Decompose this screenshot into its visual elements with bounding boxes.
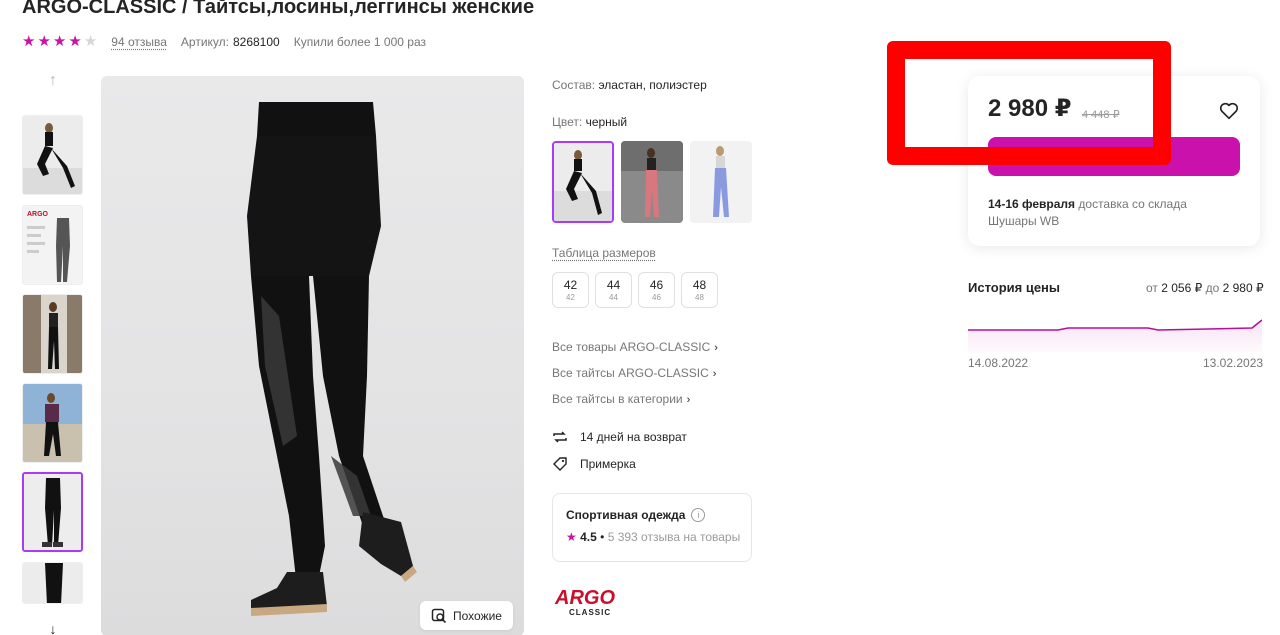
color-swatch-pink[interactable] [621, 141, 683, 223]
price-history-line [968, 320, 1262, 330]
thumbnail-6[interactable] [22, 562, 83, 604]
price-history-range: от 2 056 ₽ до 2 980 ₽ [1146, 281, 1264, 295]
image-search-icon [431, 608, 447, 624]
price-history-chart[interactable] [968, 312, 1262, 352]
return-arrows-icon [552, 429, 568, 445]
returns-info: 14 дней на возврат [552, 429, 687, 445]
svg-text:CLASSIC: CLASSIC [569, 608, 611, 617]
size-label: 42 [553, 278, 588, 292]
info-icon[interactable]: i [691, 508, 705, 522]
seller-rating: ★ 4.5 • 5 393 отзыва на товары [566, 530, 738, 544]
color-label: Цвет: [552, 115, 582, 129]
seller-name-row: Спортивная одежда i [566, 508, 738, 522]
size-label: 48 [682, 278, 717, 292]
seller-rating-value: 4.5 [580, 530, 597, 544]
size-sublabel: 44 [596, 293, 631, 302]
link-all-tights-in-category[interactable]: Все тайтсы в категории › [552, 392, 690, 406]
size-sublabel: 48 [682, 293, 717, 302]
returns-label: 14 дней на возврат [580, 430, 687, 444]
heart-icon[interactable] [1218, 100, 1240, 122]
size-sublabel: 46 [639, 293, 674, 302]
highlight-annotation-box [887, 41, 1171, 165]
range-to-label: до [1206, 281, 1220, 295]
color-info: Цвет: черный [552, 115, 627, 129]
composition-value: эластан, полиэстер [598, 78, 706, 92]
rating-stars[interactable]: ★ ★ ★ ★ ★ [22, 35, 97, 49]
chevron-right-icon: › [714, 342, 718, 354]
delivery-text: доставка со склада [1078, 197, 1187, 211]
main-product-image[interactable] [101, 76, 524, 635]
star-icon: ★ [22, 35, 35, 49]
size-option-42[interactable]: 42 42 [552, 272, 589, 308]
tag-icon [552, 456, 568, 472]
composition-label: Состав: [552, 78, 595, 92]
chevron-right-icon: › [687, 394, 691, 406]
dot-separator: • [600, 530, 604, 544]
similar-label: Похожие [453, 609, 502, 623]
size-label: 44 [596, 278, 631, 292]
article-value[interactable]: 8268100 [233, 35, 280, 49]
range-to-value: 2 980 ₽ [1223, 281, 1264, 295]
link-label: Все тайтсы ARGO-CLASSIC [552, 366, 709, 380]
reviews-link[interactable]: 94 отзыва [111, 35, 167, 49]
thumbnail-5-selected[interactable] [22, 472, 83, 552]
size-option-44[interactable]: 44 44 [595, 272, 632, 308]
star-icon: ★ [53, 35, 66, 49]
seller-name[interactable]: Спортивная одежда [566, 508, 685, 522]
delivery-info: 14-16 февраля доставка со склада Шушары … [988, 196, 1248, 230]
chevron-right-icon: › [713, 368, 717, 380]
product-meta: ★ ★ ★ ★ ★ 94 отзыва Артикул: 8268100 Куп… [22, 35, 426, 49]
link-all-brand-products[interactable]: Все товары ARGO-CLASSIC › [552, 340, 718, 354]
thumbnail-3[interactable] [22, 294, 83, 374]
star-empty-icon: ★ [84, 35, 97, 49]
composition: Состав: эластан, полиэстер [552, 78, 707, 92]
color-swatch-blue[interactable] [690, 141, 752, 223]
thumbnails-up-arrow-icon[interactable]: ↑ [44, 72, 62, 90]
color-value: черный [586, 115, 628, 129]
thumbnails-down-arrow-icon[interactable]: ↓ [44, 621, 62, 635]
warehouse-name: Шушары WB [988, 214, 1059, 228]
similar-button[interactable]: Похожие [420, 601, 513, 630]
brand-logo[interactable]: ARGO CLASSIC [553, 584, 633, 618]
price-history-title: История цены [968, 280, 1060, 295]
link-label: Все товары ARGO-CLASSIC [552, 340, 710, 354]
article-label: Артикул: [181, 35, 229, 49]
size-option-48[interactable]: 48 48 [681, 272, 718, 308]
svg-text:ARGO: ARGO [27, 211, 49, 218]
delivery-date: 14-16 февраля [988, 197, 1075, 211]
price-history-end-date: 13.02.2023 [1203, 356, 1263, 370]
fitting-label: Примерка [580, 457, 636, 471]
star-icon: ★ [37, 35, 50, 49]
thumbnail-1[interactable] [22, 115, 83, 195]
product-title: ARGO-CLASSIC / Тайтсы,лосины,леггинсы же… [22, 0, 534, 19]
size-table-link[interactable]: Таблица размеров [552, 246, 656, 260]
size-label: 46 [639, 278, 674, 292]
thumbnail-4[interactable] [22, 383, 83, 463]
link-all-brand-tights[interactable]: Все тайтсы ARGO-CLASSIC › [552, 366, 716, 380]
bought-count: Купили более 1 000 раз [294, 35, 426, 49]
size-option-46[interactable]: 46 46 [638, 272, 675, 308]
thumbnail-2[interactable]: ARGO [22, 205, 83, 285]
color-swatch-black-selected[interactable] [552, 141, 614, 223]
range-from-value: 2 056 ₽ [1161, 281, 1202, 295]
size-sublabel: 42 [553, 293, 588, 302]
star-icon: ★ [566, 530, 577, 544]
svg-text:ARGO: ARGO [554, 587, 615, 609]
seller-card[interactable]: Спортивная одежда i ★ 4.5 • 5 393 отзыва… [552, 493, 752, 562]
range-from-label: от [1146, 281, 1158, 295]
star-icon: ★ [68, 35, 81, 49]
fitting-info: Примерка [552, 456, 636, 472]
link-label: Все тайтсы в категории [552, 392, 683, 406]
price-history-start-date: 14.08.2022 [968, 356, 1028, 370]
seller-reviews-count: 5 393 отзыва на товары [608, 530, 741, 544]
